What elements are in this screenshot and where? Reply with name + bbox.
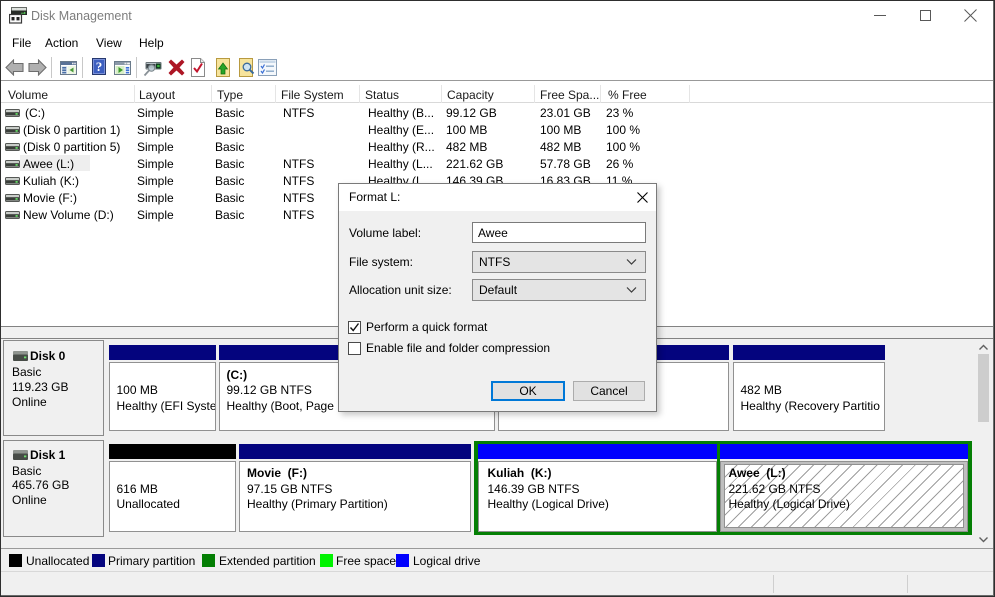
svg-text:?: ? [96, 59, 103, 74]
